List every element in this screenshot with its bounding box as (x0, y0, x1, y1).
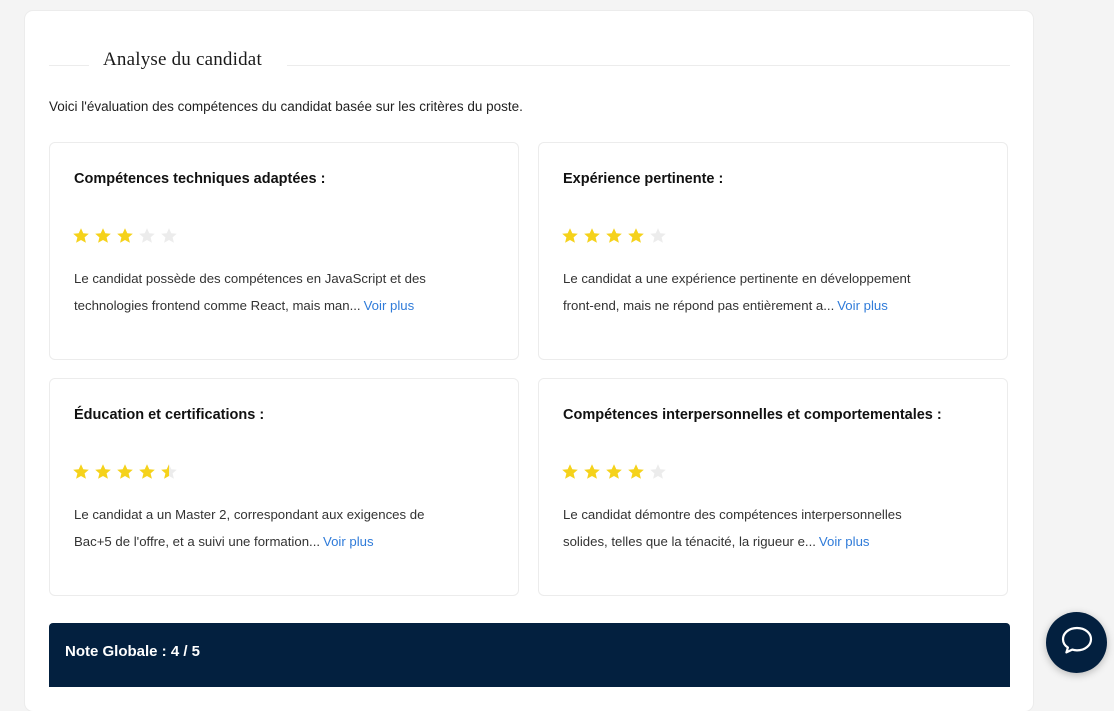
section-title: Analyse du candidat (103, 49, 262, 70)
star-rating (72, 463, 178, 481)
candidate-analysis-panel: Analyse du candidat Voici l'évaluation d… (25, 11, 1033, 711)
header-divider-right (287, 65, 1010, 66)
star-icon (627, 227, 645, 245)
star-icon (94, 463, 112, 481)
star-icon (583, 463, 601, 481)
header-divider-left (49, 65, 89, 66)
star-icon (94, 227, 112, 245)
star-rating (72, 227, 178, 245)
star-icon (649, 463, 667, 481)
card-description: Le candidat possède des compétences en J… (74, 265, 454, 319)
star-icon (72, 227, 90, 245)
star-rating (561, 227, 667, 245)
criterion-card-technical-skills: Compétences techniques adaptées : Le can… (49, 142, 519, 360)
card-description: Le candidat démontre des compétences int… (563, 501, 943, 555)
criterion-card-relevant-experience: Expérience pertinente : Le candidat a un… (538, 142, 1008, 360)
card-description: Le candidat a un Master 2, correspondant… (74, 501, 454, 555)
star-icon (116, 227, 134, 245)
star-icon (561, 227, 579, 245)
star-icon (160, 227, 178, 245)
star-icon (583, 227, 601, 245)
see-more-link[interactable]: Voir plus (364, 298, 415, 313)
star-rating (561, 463, 667, 481)
section-header: Analyse du candidat (49, 47, 1010, 77)
global-score-bar: Note Globale : 4 / 5 (49, 623, 1010, 687)
criterion-card-interpersonal-skills: Compétences interpersonnelles et comport… (538, 378, 1008, 596)
chat-bubble-icon (1060, 625, 1094, 660)
star-icon (649, 227, 667, 245)
star-icon (138, 463, 156, 481)
star-icon (605, 227, 623, 245)
global-score-label: Note Globale : 4 / 5 (65, 643, 201, 660)
chat-button[interactable] (1046, 612, 1107, 673)
card-title: Expérience pertinente : (563, 171, 724, 187)
star-icon (138, 227, 156, 245)
card-description: Le candidat a une expérience pertinente … (563, 265, 943, 319)
star-icon (605, 463, 623, 481)
star-icon (160, 463, 178, 481)
see-more-link[interactable]: Voir plus (323, 534, 374, 549)
star-icon (627, 463, 645, 481)
intro-text: Voici l'évaluation des compétences du ca… (49, 99, 523, 114)
see-more-link[interactable]: Voir plus (837, 298, 888, 313)
see-more-link[interactable]: Voir plus (819, 534, 870, 549)
card-title: Compétences interpersonnelles et comport… (563, 407, 942, 423)
star-icon (116, 463, 134, 481)
star-icon (561, 463, 579, 481)
criterion-card-education: Éducation et certifications : Le candida… (49, 378, 519, 596)
card-title: Éducation et certifications : (74, 407, 265, 423)
card-title: Compétences techniques adaptées : (74, 171, 326, 187)
star-icon (72, 463, 90, 481)
